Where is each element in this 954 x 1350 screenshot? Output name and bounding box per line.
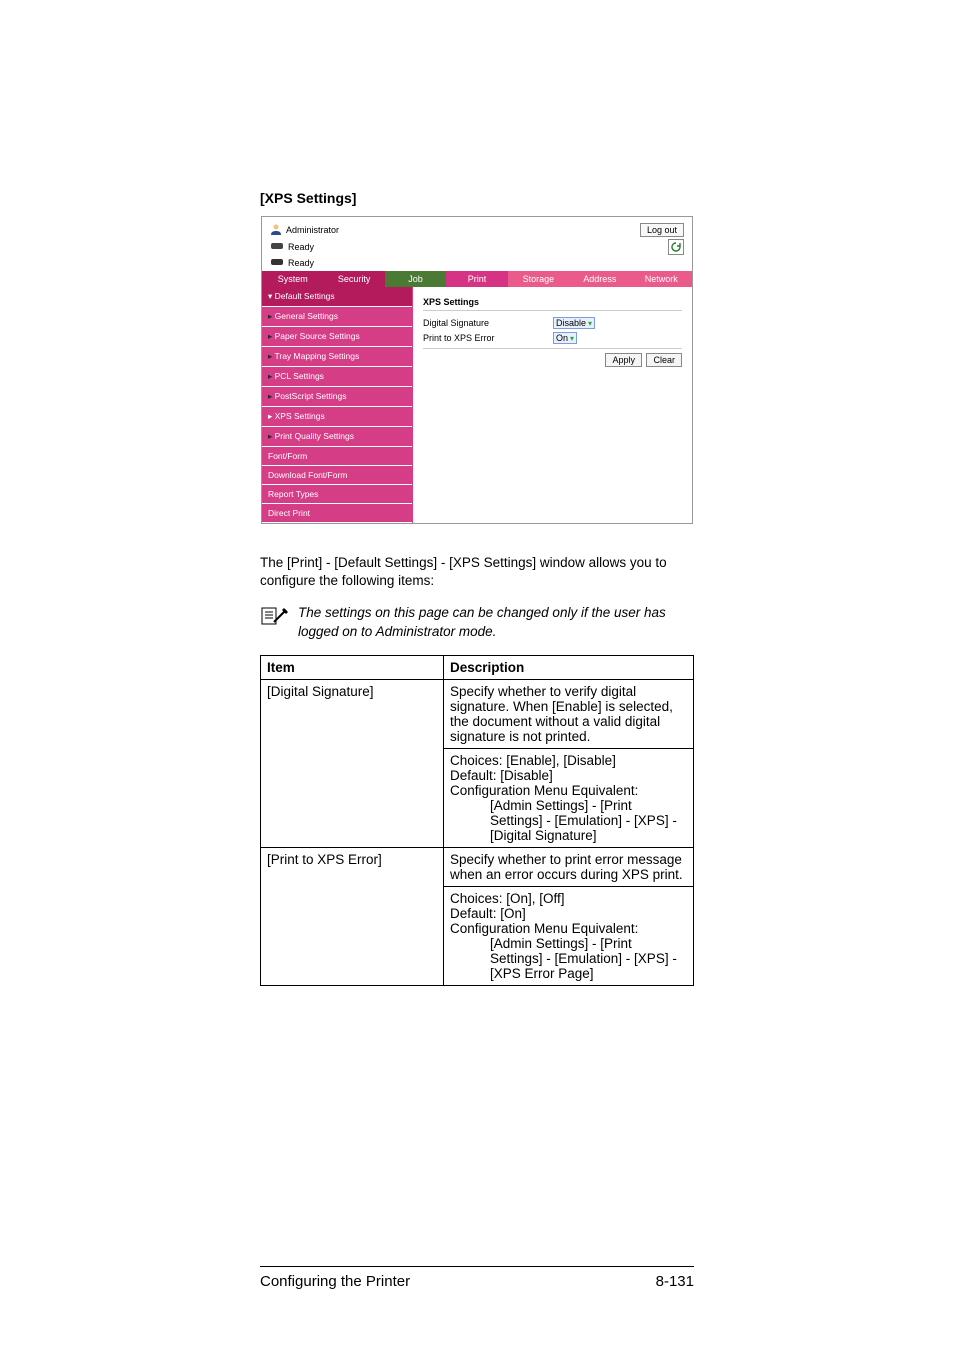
settings-table: Item Description [Digital Signature] Spe… <box>260 655 694 986</box>
footer-section-title: Configuring the Printer <box>260 1273 410 1290</box>
select-digital-signature[interactable]: Disable <box>553 317 595 329</box>
cell-desc-digital-signature-a: Specify whether to verify digital signat… <box>444 679 694 748</box>
admin-label: Administrator <box>286 225 339 235</box>
tab-print[interactable]: Print <box>446 271 507 287</box>
r1-menu-path: [Admin Settings] - [Print Settings] - [E… <box>450 798 687 843</box>
sidebar-item-postscript-settings[interactable]: PostScript Settings <box>262 387 412 407</box>
printer-icon <box>270 241 284 253</box>
select-print-to-xps-error[interactable]: On <box>553 332 577 344</box>
r2-menu-path: [Admin Settings] - [Print Settings] - [E… <box>450 936 687 981</box>
toner-icon <box>270 257 284 269</box>
r2-default: Default: [On] <box>450 906 526 921</box>
cell-desc-print-to-xps-error-a: Specify whether to print error message w… <box>444 847 694 886</box>
sidebar-item-direct-print[interactable]: Direct Print <box>262 504 412 523</box>
section-heading: [XPS Settings] <box>260 190 694 206</box>
th-description: Description <box>444 655 694 679</box>
r1-default: Default: [Disable] <box>450 768 553 783</box>
apply-button[interactable]: Apply <box>605 353 642 367</box>
sidebar-item-xps-settings[interactable]: XPS Settings <box>262 407 412 427</box>
label-print-to-xps-error: Print to XPS Error <box>423 333 553 343</box>
sidebar-item-tray-mapping-settings[interactable]: Tray Mapping Settings <box>262 347 412 367</box>
tab-bar: System Security Job Print Storage Addres… <box>262 271 692 287</box>
tab-storage[interactable]: Storage <box>508 271 569 287</box>
tab-network[interactable]: Network <box>631 271 692 287</box>
sidebar-item-general-settings[interactable]: General Settings <box>262 307 412 327</box>
r1-menu-eq: Configuration Menu Equivalent: <box>450 783 638 798</box>
sidebar-item-font-form[interactable]: Font/Form <box>262 447 412 466</box>
cell-item-print-to-xps-error: [Print to XPS Error] <box>261 847 444 985</box>
sidebar-item-default-settings[interactable]: Default Settings <box>262 287 412 307</box>
footer-page-number: 8-131 <box>656 1273 694 1290</box>
sidebar-item-report-types[interactable]: Report Types <box>262 485 412 504</box>
note-text: The settings on this page can be changed… <box>298 604 694 640</box>
status-ready-1: Ready <box>288 242 314 252</box>
note-icon <box>260 606 288 629</box>
sidebar: Default Settings General Settings Paper … <box>262 287 413 523</box>
tab-system[interactable]: System <box>262 271 323 287</box>
label-digital-signature: Digital Signature <box>423 318 553 328</box>
cell-desc-digital-signature-b: Choices: [Enable], [Disable] Default: [D… <box>444 748 694 847</box>
embedded-screenshot: Administrator Log out Ready Ready System… <box>261 216 693 524</box>
panel-title: XPS Settings <box>423 297 682 311</box>
cell-desc-print-to-xps-error-b: Choices: [On], [Off] Default: [On] Confi… <box>444 886 694 985</box>
r2-menu-eq: Configuration Menu Equivalent: <box>450 921 638 936</box>
refresh-icon[interactable] <box>668 239 684 255</box>
r1-choices: Choices: [Enable], [Disable] <box>450 753 616 768</box>
r2-choices: Choices: [On], [Off] <box>450 891 565 906</box>
tab-job[interactable]: Job <box>385 271 446 287</box>
sidebar-item-print-quality-settings[interactable]: Print Quality Settings <box>262 427 412 447</box>
cell-item-digital-signature: [Digital Signature] <box>261 679 444 847</box>
tab-security[interactable]: Security <box>323 271 384 287</box>
tab-address[interactable]: Address <box>569 271 630 287</box>
sidebar-item-paper-source-settings[interactable]: Paper Source Settings <box>262 327 412 347</box>
th-item: Item <box>261 655 444 679</box>
sidebar-item-pcl-settings[interactable]: PCL Settings <box>262 367 412 387</box>
logout-button[interactable]: Log out <box>640 223 684 237</box>
clear-button[interactable]: Clear <box>646 353 682 367</box>
intro-paragraph: The [Print] - [Default Settings] - [XPS … <box>260 554 694 590</box>
sidebar-item-download-font-form[interactable]: Download Font/Form <box>262 466 412 485</box>
status-ready-2: Ready <box>288 258 314 268</box>
admin-icon <box>270 223 282 237</box>
